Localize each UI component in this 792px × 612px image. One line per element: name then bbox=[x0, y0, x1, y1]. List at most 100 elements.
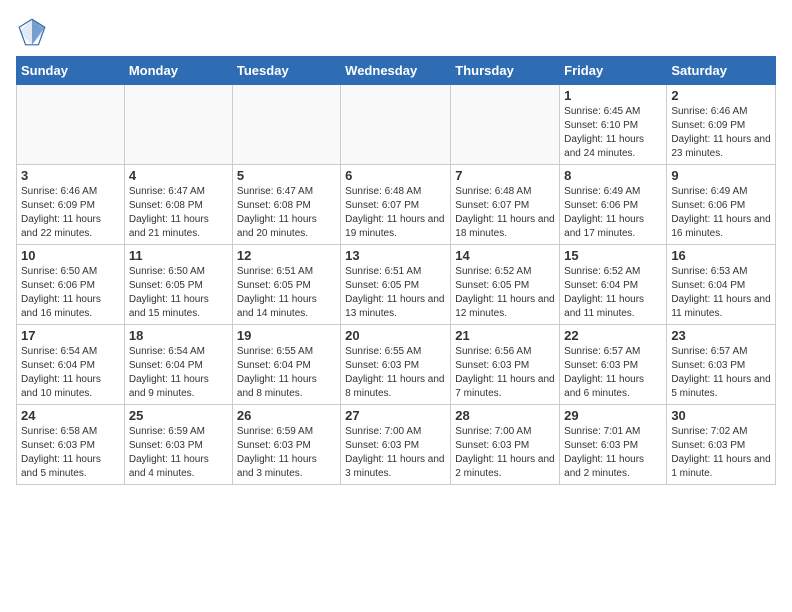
day-info: Sunrise: 6:52 AM Sunset: 6:04 PM Dayligh… bbox=[564, 265, 662, 321]
calendar-cell: 15 Sunrise: 6:52 AM Sunset: 6:04 PM Dayli… bbox=[560, 245, 667, 325]
calendar-cell bbox=[341, 85, 451, 165]
day-number: 6 bbox=[345, 168, 446, 183]
day-info: Sunrise: 6:45 AM Sunset: 6:10 PM Dayligh… bbox=[564, 105, 662, 161]
calendar-cell: 21Sunrise: 6:56 AM Sunset: 6:03 PM Dayli… bbox=[451, 325, 560, 405]
day-number: 12 bbox=[237, 248, 336, 263]
day-number: 25 bbox=[129, 408, 228, 423]
day-info: Sunrise: 6:46 AM Sunset: 6:09 PM Dayligh… bbox=[21, 185, 120, 241]
day-info: Sunrise: 6:57 AM Sunset: 6:03 PM Dayligh… bbox=[671, 345, 771, 401]
weekday-header-row: SundayMondayTuesdayWednesdayThursdayFrid… bbox=[17, 57, 776, 85]
day-number: 20 bbox=[345, 328, 446, 343]
day-number: 4 bbox=[129, 168, 228, 183]
day-number: 19 bbox=[237, 328, 336, 343]
day-info: Sunrise: 6:49 AM Sunset: 6:06 PM Dayligh… bbox=[671, 185, 771, 241]
calendar-cell: 24 Sunrise: 6:58 AM Sunset: 6:03 PM Dayli… bbox=[17, 405, 125, 485]
day-number: 16 bbox=[671, 248, 771, 263]
day-info: Sunrise: 6:54 AM Sunset: 6:04 PM Dayligh… bbox=[21, 345, 120, 401]
calendar-cell: 29Sunrise: 7:01 AM Sunset: 6:03 PM Dayli… bbox=[560, 405, 667, 485]
day-info: Sunrise: 6:52 AM Sunset: 6:05 PM Dayligh… bbox=[455, 265, 555, 321]
calendar-cell: 11 Sunrise: 6:50 AM Sunset: 6:05 PM Dayli… bbox=[124, 245, 232, 325]
logo-icon bbox=[16, 16, 48, 48]
day-info: Sunrise: 6:59 AM Sunset: 6:03 PM Dayligh… bbox=[237, 425, 336, 481]
day-info: Sunrise: 6:55 AM Sunset: 6:04 PM Dayligh… bbox=[237, 345, 336, 401]
day-info: Sunrise: 7:01 AM Sunset: 6:03 PM Dayligh… bbox=[564, 425, 662, 481]
day-number: 5 bbox=[237, 168, 336, 183]
day-info: Sunrise: 6:53 AM Sunset: 6:04 PM Dayligh… bbox=[671, 265, 771, 321]
calendar-cell: 6 Sunrise: 6:48 AM Sunset: 6:07 PM Daylig… bbox=[341, 165, 451, 245]
calendar-cell: 3 Sunrise: 6:46 AM Sunset: 6:09 PM Daylig… bbox=[17, 165, 125, 245]
calendar-cell: 30Sunrise: 7:02 AM Sunset: 6:03 PM Dayli… bbox=[667, 405, 776, 485]
day-info: Sunrise: 6:57 AM Sunset: 6:03 PM Dayligh… bbox=[564, 345, 662, 401]
calendar-cell: 4 Sunrise: 6:47 AM Sunset: 6:08 PM Daylig… bbox=[124, 165, 232, 245]
day-info: Sunrise: 6:50 AM Sunset: 6:06 PM Dayligh… bbox=[21, 265, 120, 321]
day-number: 8 bbox=[564, 168, 662, 183]
day-info: Sunrise: 6:50 AM Sunset: 6:05 PM Dayligh… bbox=[129, 265, 228, 321]
calendar-cell: 18Sunrise: 6:54 AM Sunset: 6:04 PM Dayli… bbox=[124, 325, 232, 405]
weekday-header-sunday: Sunday bbox=[17, 57, 125, 85]
day-info: Sunrise: 6:48 AM Sunset: 6:07 PM Dayligh… bbox=[345, 185, 446, 241]
calendar-week-row: 1 Sunrise: 6:45 AM Sunset: 6:10 PM Daylig… bbox=[17, 85, 776, 165]
calendar-cell: 12 Sunrise: 6:51 AM Sunset: 6:05 PM Dayli… bbox=[232, 245, 340, 325]
calendar-cell: 10Sunrise: 6:50 AM Sunset: 6:06 PM Dayli… bbox=[17, 245, 125, 325]
day-info: Sunrise: 6:58 AM Sunset: 6:03 PM Dayligh… bbox=[21, 425, 120, 481]
calendar-cell: 17 Sunrise: 6:54 AM Sunset: 6:04 PM Dayli… bbox=[17, 325, 125, 405]
day-info: Sunrise: 6:54 AM Sunset: 6:04 PM Dayligh… bbox=[129, 345, 228, 401]
calendar-cell: 7 Sunrise: 6:48 AM Sunset: 6:07 PM Daylig… bbox=[451, 165, 560, 245]
weekday-header-tuesday: Tuesday bbox=[232, 57, 340, 85]
day-number: 13 bbox=[345, 248, 446, 263]
weekday-header-saturday: Saturday bbox=[667, 57, 776, 85]
day-info: Sunrise: 6:51 AM Sunset: 6:05 PM Dayligh… bbox=[345, 265, 446, 321]
day-info: Sunrise: 6:51 AM Sunset: 6:05 PM Dayligh… bbox=[237, 265, 336, 321]
day-number: 2 bbox=[671, 88, 771, 103]
day-number: 21 bbox=[455, 328, 555, 343]
day-info: Sunrise: 6:46 AM Sunset: 6:09 PM Dayligh… bbox=[671, 105, 771, 161]
day-number: 17 bbox=[21, 328, 120, 343]
calendar-week-row: 17 Sunrise: 6:54 AM Sunset: 6:04 PM Dayli… bbox=[17, 325, 776, 405]
day-number: 9 bbox=[671, 168, 771, 183]
calendar-cell bbox=[124, 85, 232, 165]
calendar-cell bbox=[17, 85, 125, 165]
calendar-cell: 16 Sunrise: 6:53 AM Sunset: 6:04 PM Dayli… bbox=[667, 245, 776, 325]
day-number: 24 bbox=[21, 408, 120, 423]
day-number: 7 bbox=[455, 168, 555, 183]
day-info: Sunrise: 6:49 AM Sunset: 6:06 PM Dayligh… bbox=[564, 185, 662, 241]
calendar-cell bbox=[451, 85, 560, 165]
day-number: 28 bbox=[455, 408, 555, 423]
calendar-cell: 28 Sunrise: 7:00 AM Sunset: 6:03 PM Dayli… bbox=[451, 405, 560, 485]
day-info: Sunrise: 7:02 AM Sunset: 6:03 PM Dayligh… bbox=[671, 425, 771, 481]
calendar-cell: 13 Sunrise: 6:51 AM Sunset: 6:05 PM Dayli… bbox=[341, 245, 451, 325]
day-number: 14 bbox=[455, 248, 555, 263]
day-info: Sunrise: 6:47 AM Sunset: 6:08 PM Dayligh… bbox=[237, 185, 336, 241]
calendar-cell: 5 Sunrise: 6:47 AM Sunset: 6:08 PM Daylig… bbox=[232, 165, 340, 245]
weekday-header-monday: Monday bbox=[124, 57, 232, 85]
weekday-header-friday: Friday bbox=[560, 57, 667, 85]
calendar-cell: 8 Sunrise: 6:49 AM Sunset: 6:06 PM Daylig… bbox=[560, 165, 667, 245]
calendar-week-row: 24 Sunrise: 6:58 AM Sunset: 6:03 PM Dayli… bbox=[17, 405, 776, 485]
day-number: 26 bbox=[237, 408, 336, 423]
day-number: 11 bbox=[129, 248, 228, 263]
calendar-cell: 27 Sunrise: 7:00 AM Sunset: 6:03 PM Dayli… bbox=[341, 405, 451, 485]
day-info: Sunrise: 7:00 AM Sunset: 6:03 PM Dayligh… bbox=[345, 425, 446, 481]
day-number: 27 bbox=[345, 408, 446, 423]
day-info: Sunrise: 6:59 AM Sunset: 6:03 PM Dayligh… bbox=[129, 425, 228, 481]
day-info: Sunrise: 6:48 AM Sunset: 6:07 PM Dayligh… bbox=[455, 185, 555, 241]
day-number: 22 bbox=[564, 328, 662, 343]
calendar-cell: 23 Sunrise: 6:57 AM Sunset: 6:03 PM Dayli… bbox=[667, 325, 776, 405]
day-number: 15 bbox=[564, 248, 662, 263]
logo bbox=[16, 16, 54, 48]
header bbox=[16, 16, 776, 48]
day-info: Sunrise: 7:00 AM Sunset: 6:03 PM Dayligh… bbox=[455, 425, 555, 481]
weekday-header-thursday: Thursday bbox=[451, 57, 560, 85]
day-info: Sunrise: 6:47 AM Sunset: 6:08 PM Dayligh… bbox=[129, 185, 228, 241]
day-number: 1 bbox=[564, 88, 662, 103]
day-number: 23 bbox=[671, 328, 771, 343]
calendar-week-row: 10Sunrise: 6:50 AM Sunset: 6:06 PM Dayli… bbox=[17, 245, 776, 325]
calendar-cell: 1 Sunrise: 6:45 AM Sunset: 6:10 PM Daylig… bbox=[560, 85, 667, 165]
day-number: 3 bbox=[21, 168, 120, 183]
calendar-cell: 20Sunrise: 6:55 AM Sunset: 6:03 PM Dayli… bbox=[341, 325, 451, 405]
calendar-cell: 19 Sunrise: 6:55 AM Sunset: 6:04 PM Dayli… bbox=[232, 325, 340, 405]
calendar-cell: 14 Sunrise: 6:52 AM Sunset: 6:05 PM Dayli… bbox=[451, 245, 560, 325]
calendar-week-row: 3 Sunrise: 6:46 AM Sunset: 6:09 PM Daylig… bbox=[17, 165, 776, 245]
weekday-header-wednesday: Wednesday bbox=[341, 57, 451, 85]
calendar-cell: 22 Sunrise: 6:57 AM Sunset: 6:03 PM Dayli… bbox=[560, 325, 667, 405]
